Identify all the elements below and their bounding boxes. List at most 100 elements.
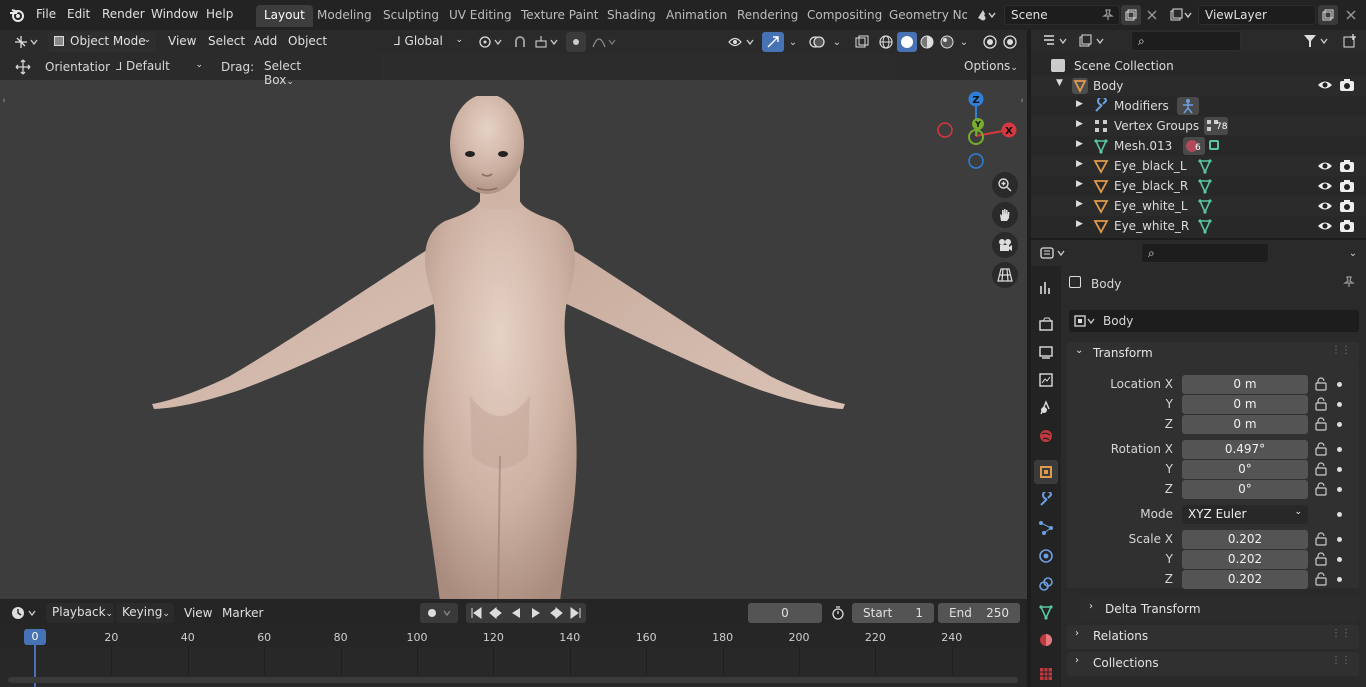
keyframe-dot-icon[interactable] xyxy=(1337,422,1342,427)
properties-search-input[interactable]: ⌕ xyxy=(1141,243,1269,263)
play-reverse-icon[interactable] xyxy=(506,603,526,623)
vertex-group-count-badge[interactable]: 78 xyxy=(1204,117,1228,135)
tab-rendering[interactable]: Rendering xyxy=(729,5,806,27)
chevron-down-icon[interactable]: ⌄ xyxy=(957,32,971,52)
object-mode-dropdown[interactable]: Object Mode ⌄ xyxy=(48,32,156,52)
location-x-field[interactable]: 0 m xyxy=(1182,375,1308,394)
hand-pan-icon[interactable] xyxy=(992,202,1018,228)
expand-arrow-icon[interactable]: ▶ xyxy=(1076,139,1083,149)
keyframe-dot-icon[interactable] xyxy=(1337,487,1342,492)
snap-icon[interactable] xyxy=(510,32,530,52)
particles-tab-icon[interactable] xyxy=(1034,516,1058,540)
constraints-tab-icon[interactable] xyxy=(1034,572,1058,596)
outliner-row-eye-black-l[interactable]: ▶ Eye_black_L xyxy=(1031,156,1366,176)
view-layer-selector-icon[interactable] xyxy=(1168,5,1194,25)
pin-icon[interactable] xyxy=(1343,276,1355,291)
keyframe-dot-icon[interactable] xyxy=(1337,447,1342,452)
material-preview-icon[interactable] xyxy=(917,32,937,52)
end-frame-field[interactable]: End 250 xyxy=(938,603,1020,623)
relations-panel-header[interactable]: › Relations ⋮⋮ xyxy=(1067,625,1359,649)
lock-icon[interactable] xyxy=(1315,377,1327,391)
outliner-row-vertex-groups[interactable]: ▶ Vertex Groups 78 xyxy=(1031,116,1366,136)
current-frame-field[interactable]: 0 xyxy=(748,603,822,623)
disable-in-renders-icon[interactable] xyxy=(980,32,1000,52)
expand-arrow-icon[interactable]: ▶ xyxy=(1076,159,1083,169)
3d-viewport[interactable]: Object Mode ⌄ View Select Add Object ⅃ Gl… xyxy=(0,30,1027,599)
mesh-data-icon[interactable] xyxy=(1197,178,1213,197)
mesh-data-icon[interactable] xyxy=(1197,198,1213,217)
xray-icon[interactable] xyxy=(852,32,872,52)
expand-arrow-icon[interactable]: ▼ xyxy=(1056,78,1063,88)
view-layer-tab-icon[interactable] xyxy=(1034,368,1058,392)
outliner-row-mesh[interactable]: ▶ Mesh.013 6 xyxy=(1031,136,1366,156)
location-y-field[interactable]: 0 m xyxy=(1182,395,1308,414)
options-dropdown[interactable]: Options⌄ xyxy=(958,57,1022,77)
location-z-field[interactable]: 0 m xyxy=(1182,415,1308,434)
jump-to-keyframe-back-icon[interactable] xyxy=(486,603,506,623)
camera-icon[interactable] xyxy=(1339,199,1355,216)
viewport-menu-object[interactable]: Object xyxy=(288,34,327,48)
filter-icon[interactable] xyxy=(1301,32,1333,50)
perspective-toggle-icon[interactable] xyxy=(992,262,1018,288)
viewport-menu-select[interactable]: Select xyxy=(208,34,245,48)
jump-to-start-icon[interactable] xyxy=(466,603,486,623)
eye-icon[interactable] xyxy=(1317,159,1333,176)
timeline-scrollbar[interactable] xyxy=(8,677,1018,683)
tab-animation[interactable]: Animation xyxy=(658,5,735,27)
camera-icon[interactable] xyxy=(1339,78,1355,95)
outliner-row-eye-black-r[interactable]: ▶ Eye_black_R xyxy=(1031,176,1366,196)
timeline-menu-view[interactable]: View xyxy=(184,606,212,620)
eye-icon[interactable] xyxy=(1317,179,1333,196)
lock-icon[interactable] xyxy=(1315,572,1327,586)
keyframe-dot-icon[interactable] xyxy=(1337,537,1342,542)
auto-keying-icon[interactable] xyxy=(420,603,458,623)
lock-icon[interactable] xyxy=(1315,552,1327,566)
scale-z-field[interactable]: 0.202 xyxy=(1182,570,1308,589)
keyframe-dot-icon[interactable] xyxy=(1337,402,1342,407)
keyframe-dot-icon[interactable] xyxy=(1337,577,1342,582)
camera-icon[interactable] xyxy=(1339,179,1355,196)
zoom-icon[interactable] xyxy=(992,172,1018,198)
physics-tab-icon[interactable] xyxy=(1034,544,1058,568)
eye-icon[interactable] xyxy=(1317,219,1333,236)
blender-logo-icon[interactable] xyxy=(8,6,26,24)
mesh-data-icon[interactable] xyxy=(1197,158,1213,177)
transform-panel-header[interactable]: ⌄ Transform ⋮⋮ xyxy=(1067,342,1359,366)
keyframe-dot-icon[interactable] xyxy=(1337,382,1342,387)
play-icon[interactable] xyxy=(526,603,546,623)
expand-arrow-icon[interactable]: ▶ xyxy=(1076,99,1083,109)
human-body-mesh[interactable] xyxy=(140,96,860,599)
modifier-tab-icon[interactable] xyxy=(1034,488,1058,512)
outliner-row-modifiers[interactable]: ▶ Modifiers xyxy=(1031,96,1366,116)
mesh-data-icon[interactable] xyxy=(1197,218,1213,237)
menu-window[interactable]: Window xyxy=(151,7,198,21)
overlays-icon[interactable] xyxy=(806,32,828,52)
object-tab-icon[interactable] xyxy=(1034,460,1058,484)
drag-handle-icon[interactable]: ⋮⋮ xyxy=(1331,628,1351,639)
display-mode-icon[interactable] xyxy=(1077,32,1109,50)
outliner-search-input[interactable]: ⌕ xyxy=(1131,31,1241,51)
tab-sculpting[interactable]: Sculpting xyxy=(375,5,447,27)
outliner-row-body[interactable]: ▼ Body xyxy=(1031,76,1366,96)
expand-arrow-icon[interactable]: ▶ xyxy=(1076,219,1083,229)
lock-icon[interactable] xyxy=(1315,442,1327,456)
keying-dropdown[interactable]: Keying⌄ xyxy=(116,603,174,623)
chevron-down-icon[interactable]: ⌄ xyxy=(786,32,800,52)
camera-view-icon[interactable] xyxy=(992,232,1018,258)
lock-icon[interactable] xyxy=(1315,462,1327,476)
pin-icon[interactable] xyxy=(1100,7,1116,23)
scale-y-field[interactable]: 0.202 xyxy=(1182,550,1308,569)
world-tab-icon[interactable] xyxy=(1034,424,1058,448)
rotation-mode-dropdown[interactable]: XYZ Euler ⌄ xyxy=(1182,505,1308,524)
collections-panel-header[interactable]: › Collections ⋮⋮ xyxy=(1067,652,1359,676)
menu-edit[interactable]: Edit xyxy=(67,7,90,21)
orientation-dropdown[interactable]: ⅃ Default ⌄ xyxy=(110,57,208,77)
rendered-shading-icon[interactable] xyxy=(937,32,957,52)
playhead-frame-indicator[interactable]: 0 xyxy=(24,629,46,645)
tab-shading[interactable]: Shading xyxy=(599,5,664,27)
armature-modifier-icon[interactable] xyxy=(1177,97,1199,115)
visibility-eye-icon[interactable] xyxy=(726,32,758,52)
timeline-editor-type-icon[interactable] xyxy=(10,604,40,622)
outliner-row-eye-white-r[interactable]: ▶ Eye_white_R xyxy=(1031,216,1366,236)
tab-compositing[interactable]: Compositing xyxy=(799,5,890,27)
